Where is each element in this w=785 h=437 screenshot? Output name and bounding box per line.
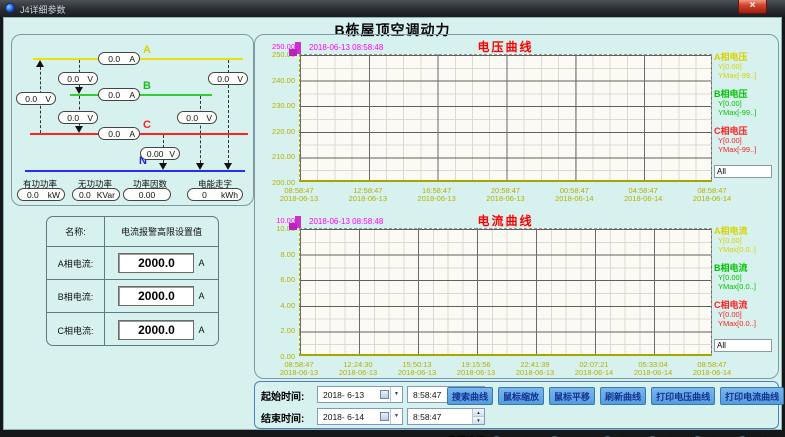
y-axis-tick: 8.00 bbox=[255, 250, 295, 259]
time-spinner[interactable]: ▲▼ bbox=[472, 409, 484, 424]
range-options: 0.25倍 0.5倍 1倍 2倍 5倍 自适应 bbox=[492, 433, 778, 437]
spinner-down-icon: ▼ bbox=[473, 417, 484, 424]
range-option-5倍[interactable]: 5倍 bbox=[693, 433, 719, 437]
unit-label: A bbox=[198, 291, 204, 301]
time-controls-panel: 起始时间: 2018- 6-13 ▼ 8:58:47 ▲▼ 搜索曲线鼠标缩放鼠标… bbox=[254, 381, 779, 429]
arrow-down-icon bbox=[159, 163, 167, 170]
phase-c-label: C bbox=[143, 120, 151, 131]
metric-readout-0: 0.0kW bbox=[17, 188, 65, 201]
window-titlebar[interactable]: J4详细参数 × bbox=[0, 0, 785, 17]
charts-panel: 电压曲线 2018-06-13 08:58:48 250.00 250.0024… bbox=[254, 34, 779, 379]
start-time-label: 起始时间: bbox=[261, 388, 304, 403]
unit-label: A bbox=[198, 325, 204, 335]
phase-a-label: A bbox=[143, 45, 151, 56]
range-option-0.25倍[interactable]: 0.25倍 bbox=[492, 433, 531, 437]
end-date-picker[interactable]: 2018- 6-14 ▼ bbox=[317, 408, 403, 425]
neutral-line bbox=[25, 170, 245, 172]
range-option-自适应[interactable]: 自适应 bbox=[738, 433, 778, 437]
phase-b-label: B bbox=[143, 81, 151, 92]
metric-readout-1: 0.0KVar bbox=[72, 188, 120, 201]
arrow-down-icon bbox=[75, 126, 83, 133]
curve-button-0[interactable]: 搜索曲线 bbox=[447, 387, 493, 405]
row-label-b: B相电流: bbox=[47, 280, 105, 312]
current-chart-group: 电流曲线 2018-06-13 08:58:48 10.00 10.008.00… bbox=[255, 35, 778, 378]
phase-b-current-readout: 0.0A bbox=[98, 88, 140, 101]
range-option-1倍[interactable]: 1倍 bbox=[603, 433, 629, 437]
window-title: J4详细参数 bbox=[20, 3, 66, 16]
legend-all-button[interactable]: All bbox=[714, 339, 772, 352]
range-select-label: 量程选择: bbox=[447, 433, 488, 437]
voltage-readout-a-n: 0.0V bbox=[208, 72, 248, 85]
legend-entry-C相电流[interactable]: C相电流Y[0.00]YMax[0.0..] bbox=[714, 300, 778, 328]
current-chart-plot[interactable] bbox=[299, 228, 712, 356]
voltage-readout-c-n: 0.00V bbox=[140, 147, 180, 160]
arrow-down-icon bbox=[224, 163, 232, 170]
spinner-up-icon: ▲ bbox=[473, 409, 484, 417]
legend-entry-A相电流[interactable]: A相电流Y[0.00]YMax[0.0..] bbox=[714, 226, 778, 254]
row-label-c: C相电流: bbox=[47, 313, 105, 346]
x-axis-tick: 02:07:212018-06-14 bbox=[575, 361, 613, 377]
curve-buttons: 搜索曲线鼠标缩放鼠标平移刷新曲线打印电压曲线打印电流曲线 bbox=[447, 386, 778, 406]
voltage-readout-a-b: 0.0V bbox=[58, 72, 98, 85]
phase-b-line bbox=[70, 94, 212, 96]
calendar-icon bbox=[380, 390, 389, 399]
phase-c-limit-input[interactable]: 2000.0 bbox=[118, 320, 194, 340]
voltage-readout-b-c: 0.0V bbox=[58, 111, 98, 124]
current-alarm-settings-table: 名称: 电流报警高限设置值 A相电流: 2000.0 A B相电流: 2000.… bbox=[46, 216, 219, 346]
arrow-down-icon bbox=[75, 87, 83, 94]
range-select-group: 量程选择: 0.25倍 0.5倍 1倍 2倍 5倍 自适应 bbox=[447, 430, 778, 437]
start-date-picker[interactable]: 2018- 6-13 ▼ bbox=[317, 386, 403, 403]
dropdown-arrow-icon[interactable]: ▼ bbox=[390, 409, 402, 424]
cursor-timestamp: 2018-06-13 08:58:48 bbox=[309, 217, 383, 226]
curve-button-5[interactable]: 打印电流曲线 bbox=[720, 387, 784, 405]
x-axis-tick: 08:58:472018-06-14 bbox=[693, 361, 731, 377]
curve-button-4[interactable]: 打印电压曲线 bbox=[651, 387, 715, 405]
x-axis-tick: 19:15:562018-06-13 bbox=[457, 361, 495, 377]
y-axis-tick: 4.00 bbox=[255, 301, 295, 310]
x-axis-tick: 15:50:132018-06-13 bbox=[398, 361, 436, 377]
dropdown-arrow-icon[interactable]: ▼ bbox=[390, 387, 402, 402]
metric-readout-2: 0.00 bbox=[123, 188, 171, 201]
arrow-up-icon bbox=[36, 60, 44, 67]
table-header-value: 电流报警高限设置值 bbox=[105, 217, 218, 246]
row-label-a: A相电流: bbox=[47, 247, 105, 279]
range-option-2倍[interactable]: 2倍 bbox=[648, 433, 674, 437]
close-button[interactable]: × bbox=[738, 0, 767, 14]
arrow-down-icon bbox=[196, 163, 204, 170]
end-time-label: 结束时间: bbox=[261, 410, 304, 425]
screen: J4详细参数 × B栋屋顶空调动力 A B C N 0.0A 0.0A 0.0A bbox=[0, 0, 785, 437]
legend-entry-B相电流[interactable]: B相电流Y[0.00]YMax[0.0..] bbox=[714, 263, 778, 291]
app-icon bbox=[5, 3, 15, 13]
window-body: B栋屋顶空调动力 A B C N 0.0A 0.0A 0.0A bbox=[3, 17, 782, 430]
phase-a-limit-input[interactable]: 2000.0 bbox=[118, 253, 194, 273]
curve-button-2[interactable]: 鼠标平移 bbox=[549, 387, 595, 405]
unit-label: A bbox=[198, 258, 204, 268]
phase-b-limit-input[interactable]: 2000.0 bbox=[118, 286, 194, 306]
x-axis-tick: 08:58:472018-06-13 bbox=[280, 361, 318, 377]
x-axis-tick: 12:24:302018-06-13 bbox=[339, 361, 377, 377]
y-axis-tick: 2.00 bbox=[255, 326, 295, 335]
curve-button-3[interactable]: 刷新曲线 bbox=[600, 387, 646, 405]
phase-c-current-readout: 0.0A bbox=[98, 127, 140, 140]
metric-readout-3: 0kWh bbox=[187, 188, 243, 201]
x-axis-tick: 22:41:392018-06-13 bbox=[516, 361, 554, 377]
voltage-readout-b-n: 0.0V bbox=[177, 111, 217, 124]
table-header-name: 名称: bbox=[47, 217, 105, 246]
voltage-readout-a-c: 0.0V bbox=[16, 92, 56, 105]
calendar-icon bbox=[380, 412, 389, 421]
x-axis-tick: 05:33:042018-06-14 bbox=[634, 361, 672, 377]
voltage-arrow-b-n bbox=[200, 96, 201, 168]
end-time-input[interactable]: 8:58:47 ▲▼ bbox=[407, 408, 485, 425]
range-option-0.5倍[interactable]: 0.5倍 bbox=[550, 433, 584, 437]
one-line-diagram-panel: A B C N 0.0A 0.0A 0.0A bbox=[11, 34, 254, 206]
phase-a-current-readout: 0.0A bbox=[98, 52, 140, 65]
cursor-marker-icon bbox=[289, 223, 297, 230]
curve-button-1[interactable]: 鼠标缩放 bbox=[498, 387, 544, 405]
y-axis-tick: 6.00 bbox=[255, 275, 295, 284]
